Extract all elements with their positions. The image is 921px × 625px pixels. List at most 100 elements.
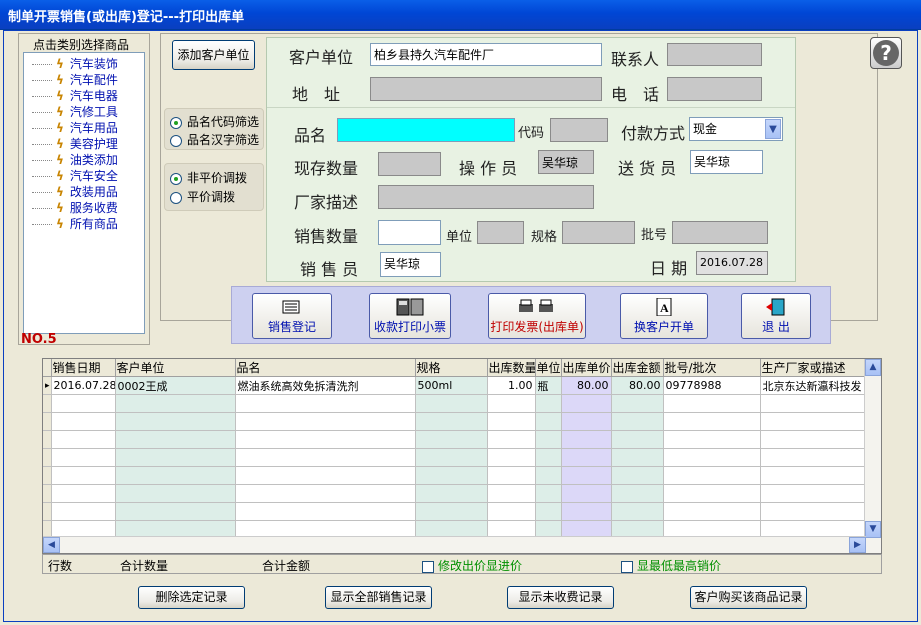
table-row[interactable] [43, 394, 866, 413]
table-row[interactable] [43, 466, 866, 485]
table-cell[interactable] [760, 484, 866, 503]
scroll-right-icon[interactable]: ▶ [849, 537, 866, 553]
help-button[interactable]: ? [870, 37, 902, 69]
table-cell[interactable] [535, 448, 562, 467]
table-cell[interactable] [487, 484, 536, 503]
column-header[interactable]: 出库数量 [487, 359, 536, 377]
table-cell[interactable] [760, 394, 866, 413]
radio-parity[interactable]: 平价调拨 [170, 188, 235, 205]
table-cell[interactable]: 北京东达新瀛科技发 [760, 376, 866, 395]
table-cell[interactable]: 09778988 [663, 376, 761, 395]
horizontal-scrollbar[interactable]: ◀ ▶ [43, 536, 866, 553]
table-cell[interactable] [611, 484, 664, 503]
table-cell[interactable] [535, 502, 562, 521]
contact-field[interactable] [667, 43, 762, 66]
add-customer-button[interactable]: 添加客户单位 [172, 40, 255, 70]
table-cell[interactable] [487, 466, 536, 485]
column-header[interactable]: 出库单价 [561, 359, 612, 377]
table-cell[interactable]: 2016.07.28 [51, 376, 116, 395]
category-item[interactable]: ϟ 汽车安全 [32, 167, 118, 183]
table-cell[interactable] [535, 466, 562, 485]
table-cell[interactable] [415, 466, 488, 485]
table-cell[interactable] [535, 412, 562, 431]
table-cell[interactable] [235, 484, 416, 503]
column-header[interactable]: 销售日期 [51, 359, 116, 377]
address-field[interactable] [370, 77, 602, 101]
table-cell[interactable] [51, 412, 116, 431]
switch-customer-button[interactable]: A 换客户开单 [620, 293, 708, 339]
category-item[interactable]: ϟ 所有商品 [32, 215, 118, 231]
table-cell[interactable] [561, 484, 612, 503]
table-cell[interactable] [561, 466, 612, 485]
table-cell[interactable]: 瓶 [535, 376, 562, 395]
table-cell[interactable] [561, 502, 612, 521]
scroll-down-icon[interactable]: ▼ [865, 521, 881, 538]
table-cell[interactable] [611, 502, 664, 521]
table-cell[interactable] [415, 502, 488, 521]
table-cell[interactable] [235, 394, 416, 413]
table-row[interactable] [43, 484, 866, 503]
table-cell[interactable] [611, 466, 664, 485]
table-cell[interactable] [487, 412, 536, 431]
table-cell[interactable] [561, 412, 612, 431]
table-cell[interactable] [115, 502, 236, 521]
product-name-field[interactable] [337, 118, 515, 142]
table-cell[interactable] [561, 448, 612, 467]
table-cell[interactable] [51, 502, 116, 521]
invoice-print-button[interactable]: 打印发票(出库单) [488, 293, 586, 339]
table-cell[interactable] [235, 466, 416, 485]
table-row[interactable] [43, 412, 866, 431]
table-cell[interactable]: 1.00 [487, 376, 536, 395]
category-item[interactable]: ϟ 汽车用品 [32, 119, 118, 135]
table-cell[interactable] [487, 394, 536, 413]
table-cell[interactable] [235, 412, 416, 431]
category-item[interactable]: ϟ 油类添加 [32, 151, 118, 167]
column-header[interactable]: 出库金额 [611, 359, 664, 377]
sales-grid[interactable]: 销售日期 客户单位 品名 规格 出库数量 单位 出库单价 出库金额 批号/批次 生产厂家或描述 ▸… [42, 358, 882, 554]
phone-field[interactable] [667, 77, 762, 101]
code-field[interactable] [550, 118, 608, 142]
table-cell[interactable] [487, 448, 536, 467]
show-unpaid-button[interactable]: 显示未收费记录 [507, 586, 614, 609]
column-header[interactable]: 品名 [235, 359, 416, 377]
table-cell[interactable] [611, 412, 664, 431]
table-cell[interactable] [760, 502, 866, 521]
table-cell[interactable]: 燃油系统高效免拆清洗剂 [235, 376, 416, 395]
table-cell[interactable]: 80.00 [611, 376, 664, 395]
table-cell[interactable] [115, 448, 236, 467]
column-header[interactable]: 规格 [415, 359, 488, 377]
seller-field[interactable]: 吴华琼 [380, 252, 441, 277]
receipt-print-button[interactable]: 收款打印小票 [369, 293, 451, 339]
radio-nonparity[interactable]: 非平价调拨 [170, 169, 247, 186]
category-item[interactable]: ϟ 汽车电器 [32, 87, 118, 103]
exit-button[interactable]: 退 出 [741, 293, 811, 339]
table-cell[interactable] [115, 466, 236, 485]
scroll-left-icon[interactable]: ◀ [43, 537, 60, 553]
table-cell[interactable] [115, 412, 236, 431]
table-cell[interactable] [415, 412, 488, 431]
delivery-field[interactable]: 吴华琼 [690, 150, 763, 174]
category-item[interactable]: ϟ 汽车装饰 [32, 55, 118, 71]
table-cell[interactable] [535, 484, 562, 503]
table-cell[interactable] [51, 484, 116, 503]
show-all-button[interactable]: 显示全部销售记录 [325, 586, 432, 609]
customer-unit-field[interactable]: 柏乡县持久汽车配件厂 [370, 43, 602, 66]
table-cell[interactable] [663, 394, 761, 413]
table-cell[interactable] [760, 412, 866, 431]
table-cell[interactable]: 0002王成 [115, 376, 236, 395]
payment-select[interactable]: 现金 ▼ [689, 117, 783, 141]
table-cell[interactable] [115, 394, 236, 413]
table-cell[interactable] [415, 484, 488, 503]
table-cell[interactable] [51, 466, 116, 485]
scroll-up-icon[interactable]: ▲ [865, 359, 881, 376]
table-cell[interactable] [115, 430, 236, 449]
table-cell[interactable] [760, 448, 866, 467]
table-cell[interactable] [561, 430, 612, 449]
table-row[interactable] [43, 448, 866, 467]
table-cell[interactable] [760, 466, 866, 485]
table-cell[interactable] [611, 430, 664, 449]
table-cell[interactable] [611, 394, 664, 413]
table-cell[interactable] [115, 484, 236, 503]
table-cell[interactable] [487, 430, 536, 449]
table-cell[interactable] [611, 448, 664, 467]
